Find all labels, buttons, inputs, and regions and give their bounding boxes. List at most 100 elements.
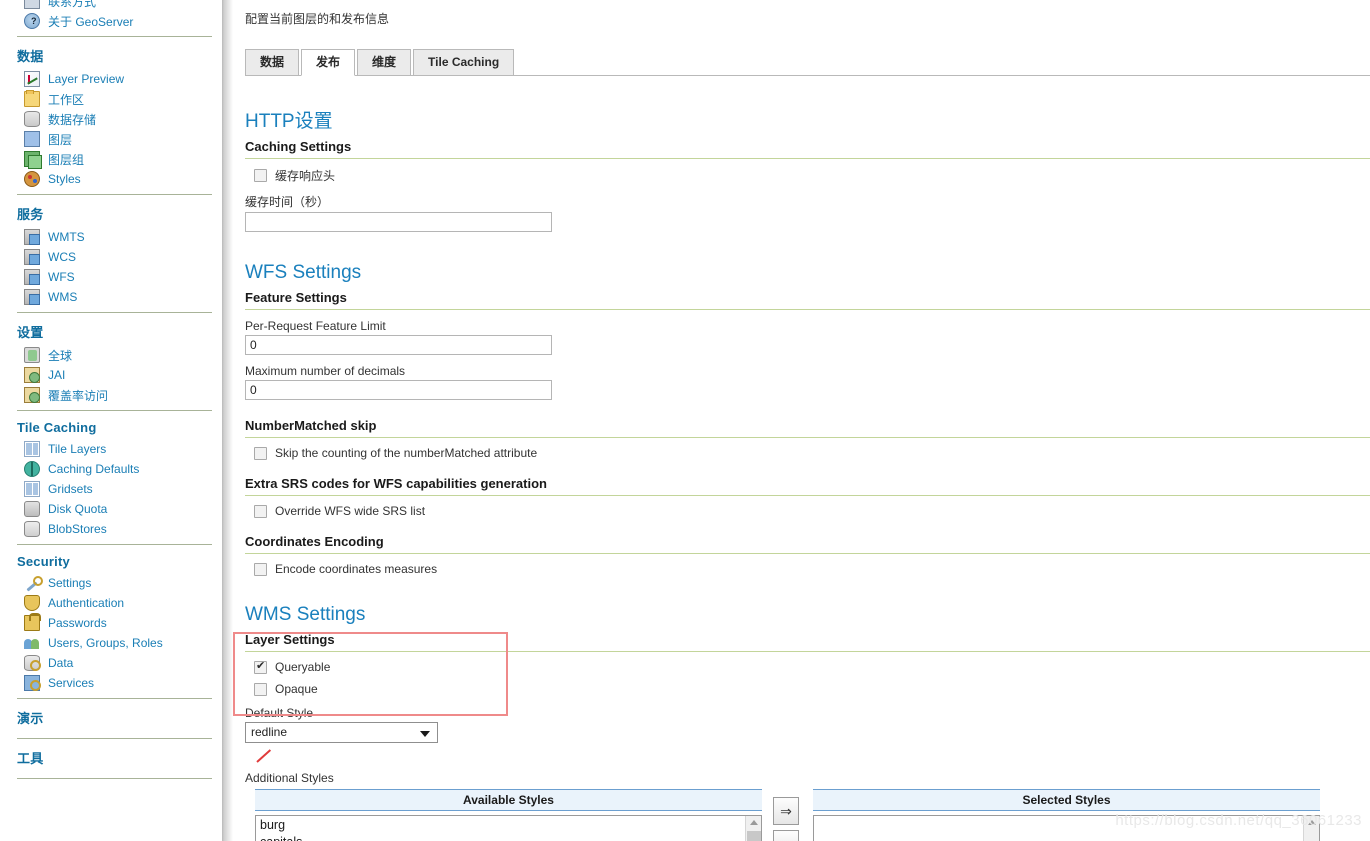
sidebar-item-label: Disk Quota: [48, 502, 108, 516]
per-request-limit-input[interactable]: [245, 335, 552, 355]
publishing-panel: HTTP设置 Caching Settings 缓存响应头 缓存时间（秒） WF…: [235, 106, 1370, 841]
sidebar-item-gridsets[interactable]: Gridsets: [0, 480, 222, 498]
queryable-checkbox[interactable]: [254, 660, 267, 674]
sidebar-item-authentication[interactable]: Authentication: [0, 594, 222, 612]
layer-icon: [24, 131, 40, 147]
sidebar-item-global[interactable]: 全球: [0, 346, 222, 364]
layer-settings-subheading: Layer Settings: [245, 632, 1370, 652]
queryable-label: Queryable: [275, 660, 331, 674]
lock-icon: [24, 613, 41, 631]
http-settings-heading: HTTP设置: [245, 111, 333, 132]
sidebar-item-label: 工作区: [48, 92, 85, 107]
sidebar-item-stores[interactable]: 数据存储: [0, 110, 222, 128]
available-styles-scrollbar[interactable]: [745, 816, 761, 841]
sidebar-item-label: 联系方式: [48, 0, 97, 9]
list-item[interactable]: burg: [260, 817, 761, 834]
sidebar-item-label: WFS: [48, 270, 75, 284]
folder-icon: [24, 90, 40, 107]
sidebar-item-layers[interactable]: 图层: [0, 130, 222, 148]
available-styles-listbox[interactable]: burg capitals cite_lakes dem QYH_MAP:dua…: [255, 815, 762, 841]
sidebar-item-label: 关于 GeoServer: [48, 14, 134, 29]
max-decimals-input[interactable]: [245, 380, 552, 400]
response-headers-checkbox[interactable]: [254, 169, 267, 182]
sidebar-item-label: Layer Preview: [48, 72, 125, 86]
tab-publishing[interactable]: 发布: [301, 49, 356, 76]
sidebar-item-label: Gridsets: [48, 482, 93, 496]
sidebar-item-wms[interactable]: WMS: [0, 288, 222, 306]
sidebar-item-label: Caching Defaults: [48, 462, 140, 476]
tile-grid-icon: [24, 481, 40, 497]
sidebar-item-security-services[interactable]: Services: [0, 674, 222, 692]
sidebar-item-tile-layers[interactable]: Tile Layers: [0, 440, 222, 458]
service-icon: [24, 269, 40, 285]
sidebar-item-blobstores[interactable]: BlobStores: [0, 520, 222, 538]
sidebar-item-label: Settings: [48, 576, 92, 590]
sidebar-group-services: 服务 WMTS WCS WFS WMS: [0, 195, 222, 313]
numbermatched-skip-subheading: NumberMatched skip: [245, 418, 1370, 438]
service-key-icon: [24, 675, 41, 691]
default-style-select[interactable]: redline: [245, 722, 438, 743]
wfs-settings-heading: WFS Settings: [245, 262, 362, 283]
remove-style-button[interactable]: ⇐: [773, 830, 799, 841]
encode-measures-checkbox[interactable]: [254, 562, 267, 576]
cache-time-label: 缓存时间（秒）: [245, 195, 330, 209]
sidebar-heading-demos[interactable]: 演示: [0, 699, 222, 732]
layer-preview-icon: [24, 71, 40, 87]
sidebar-item-jai[interactable]: JAI: [0, 366, 222, 384]
queryable-row[interactable]: Queryable: [254, 660, 1370, 674]
override-srs-label: Override WFS wide SRS list: [275, 504, 426, 518]
default-style-legend-preview: [253, 747, 293, 769]
encode-measures-row[interactable]: Encode coordinates measures: [254, 562, 1370, 576]
override-srs-checkbox[interactable]: [254, 504, 267, 518]
about-icon: [24, 13, 40, 29]
service-icon: [24, 229, 40, 245]
coordinates-encoding-subheading: Coordinates Encoding: [245, 534, 1370, 554]
sidebar-item-about-geoserver[interactable]: 关于 GeoServer: [0, 12, 222, 30]
sidebar-item-contact[interactable]: 联系方式: [0, 0, 222, 10]
skip-counting-row[interactable]: Skip the counting of the numberMatched a…: [254, 446, 1370, 460]
sidebar: 联系方式 关于 GeoServer 数据 Layer Preview 工作区 数…: [0, 0, 222, 841]
sidebar-item-workspaces[interactable]: 工作区: [0, 90, 222, 108]
sidebar-item-label: 全球: [48, 348, 73, 363]
sidebar-item-caching-defaults[interactable]: Caching Defaults: [0, 460, 222, 478]
styles-transfer-buttons: ⇒ ⇐: [773, 797, 801, 841]
sidebar-group-security: Security Settings Authentication Passwor…: [0, 545, 222, 699]
scrollbar-thumb[interactable]: [747, 831, 761, 841]
main-content: 配置当前图层的和发布信息 数据 发布 维度 Tile Caching HTTP设…: [235, 0, 1370, 841]
tab-tile-caching[interactable]: Tile Caching: [413, 49, 515, 76]
available-styles-column: Available Styles burg capitals cite_lake…: [255, 789, 762, 841]
sidebar-item-layer-preview[interactable]: Layer Preview: [0, 70, 222, 88]
sidebar-item-styles[interactable]: Styles: [0, 170, 222, 188]
sidebar-heading-tile-caching: Tile Caching: [17, 420, 97, 435]
response-headers-row[interactable]: 缓存响应头: [254, 167, 1370, 184]
sidebar-item-wmts[interactable]: WMTS: [0, 228, 222, 246]
sidebar-heading-tools[interactable]: 工具: [0, 739, 222, 772]
users-icon: [24, 635, 40, 651]
override-srs-row[interactable]: Override WFS wide SRS list: [254, 504, 1370, 518]
opaque-label: Opaque: [275, 682, 318, 696]
tab-data[interactable]: 数据: [245, 49, 300, 76]
sidebar-item-coverage-access[interactable]: 覆盖率访问: [0, 386, 222, 404]
skip-counting-checkbox[interactable]: [254, 446, 267, 460]
opaque-row[interactable]: Opaque: [254, 682, 1370, 696]
sidebar-item-security-data[interactable]: Data: [0, 654, 222, 672]
list-item[interactable]: capitals: [260, 834, 761, 841]
sidebar-item-label: Users, Groups, Roles: [48, 636, 163, 650]
tile-grid-icon: [24, 441, 40, 457]
sidebar-item-label: Data: [48, 656, 74, 670]
add-style-button[interactable]: ⇒: [773, 797, 799, 825]
scroll-up-arrow-icon[interactable]: [750, 820, 758, 825]
sidebar-item-disk-quota[interactable]: Disk Quota: [0, 500, 222, 518]
sidebar-item-users-groups-roles[interactable]: Users, Groups, Roles: [0, 634, 222, 652]
caching-defaults-icon: [24, 461, 40, 477]
available-styles-list: burg capitals cite_lakes dem QYH_MAP:dua…: [256, 816, 761, 841]
page-description: 配置当前图层的和发布信息: [245, 12, 390, 26]
sidebar-item-security-settings[interactable]: Settings: [0, 574, 222, 592]
tab-dimensions[interactable]: 维度: [357, 49, 412, 76]
sidebar-item-layergroups[interactable]: 图层组: [0, 150, 222, 169]
sidebar-item-wcs[interactable]: WCS: [0, 248, 222, 266]
sidebar-item-wfs[interactable]: WFS: [0, 268, 222, 286]
sidebar-item-passwords[interactable]: Passwords: [0, 613, 222, 632]
cache-time-input[interactable]: [245, 212, 552, 232]
opaque-checkbox[interactable]: [254, 682, 267, 696]
